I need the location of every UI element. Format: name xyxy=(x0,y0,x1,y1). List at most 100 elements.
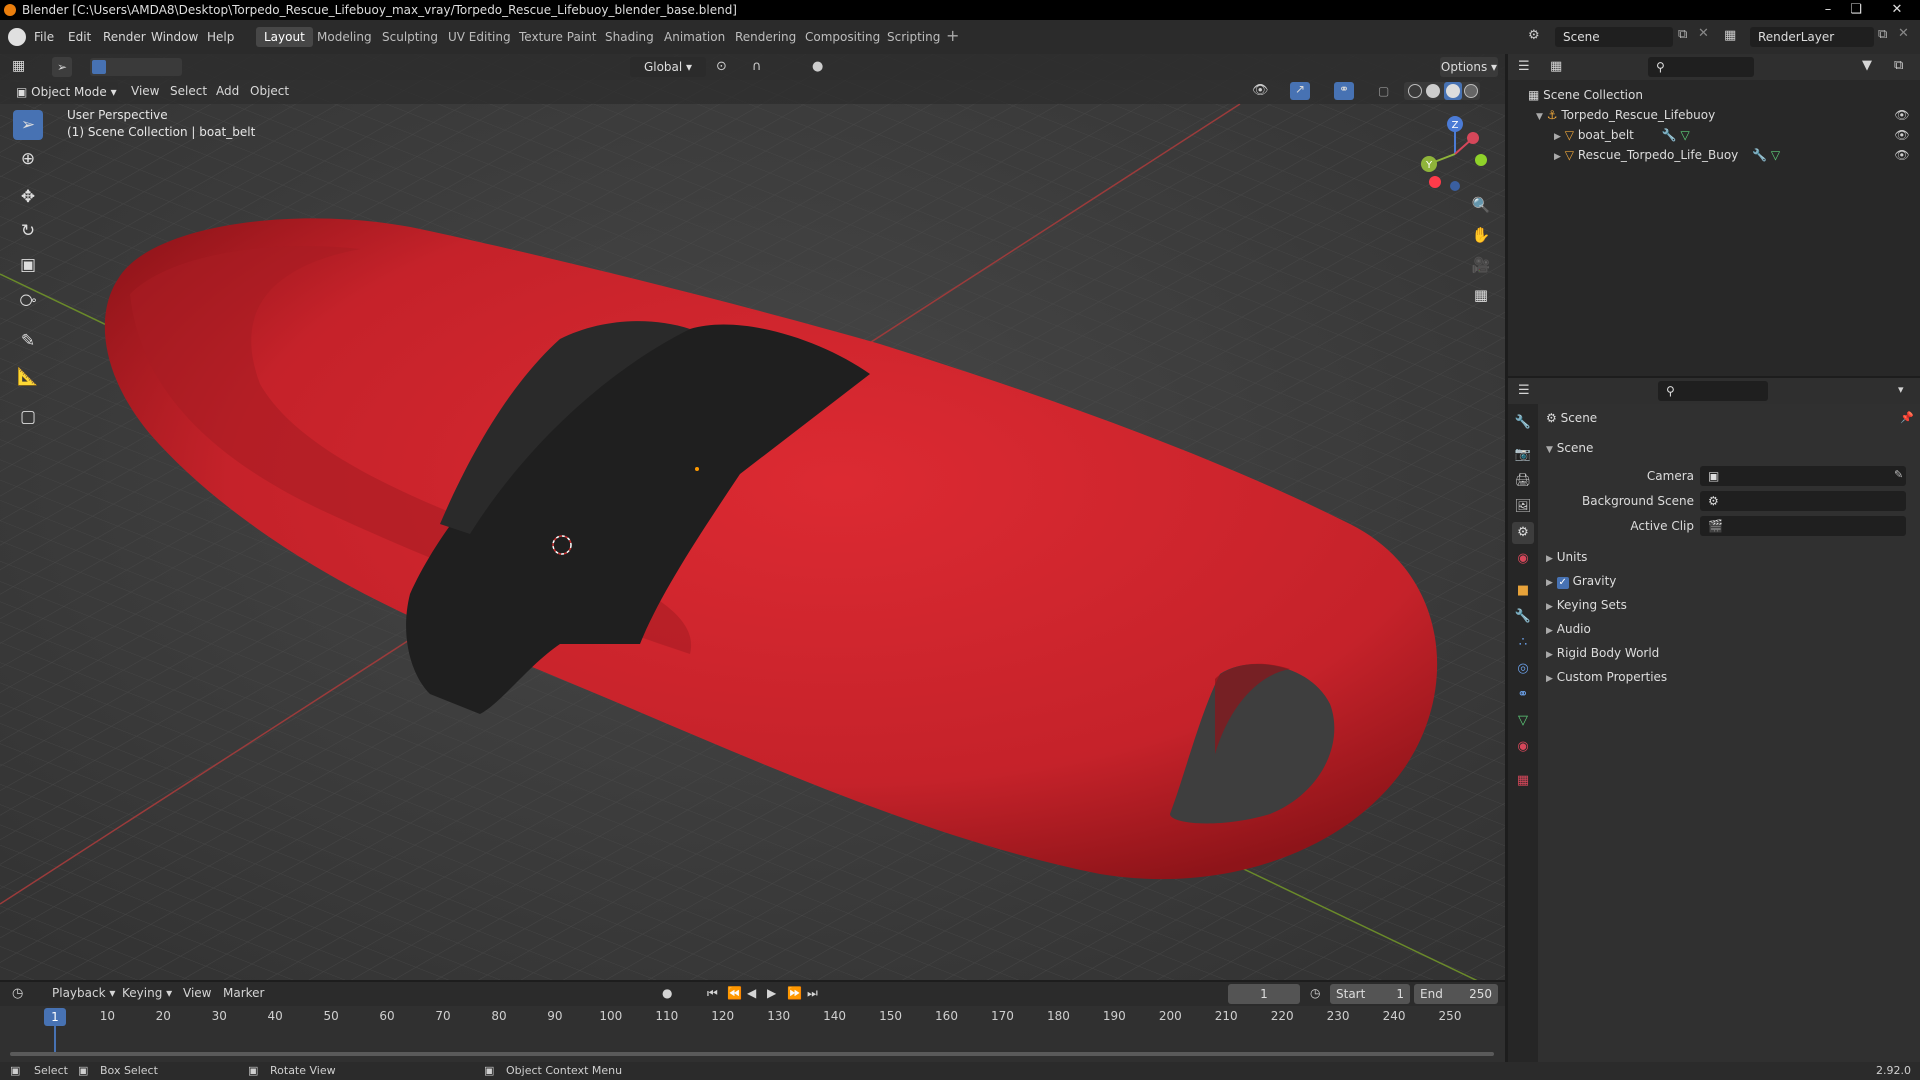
blender-menu-icon[interactable] xyxy=(8,28,26,46)
add-workspace-icon[interactable]: + xyxy=(946,26,959,45)
overlay-toggle-icon[interactable]: ⚭ xyxy=(1334,82,1354,100)
pivot-icon[interactable]: ⊙ xyxy=(716,59,727,74)
solid-shading-icon[interactable] xyxy=(1426,84,1440,98)
menu-file[interactable]: File xyxy=(34,28,54,46)
playback-menu[interactable]: Playback ▾ xyxy=(52,986,115,1000)
audio-panel[interactable]: ▶ Audio xyxy=(1546,618,1912,640)
gizmo-neg-x-icon[interactable] xyxy=(1429,176,1441,188)
tab-layout[interactable]: Layout xyxy=(256,27,313,47)
expand-down-icon[interactable]: ▼ xyxy=(1536,112,1543,122)
select-menu[interactable]: Select xyxy=(170,84,207,98)
add-cube-tool[interactable]: ▢ xyxy=(13,402,43,432)
tab-modeling[interactable]: Modeling xyxy=(309,27,380,47)
modifier-icon[interactable]: 🔧 xyxy=(1752,148,1767,162)
eyedropper-icon[interactable]: ✎ xyxy=(1894,468,1903,481)
maximize-icon[interactable]: ❏ xyxy=(1844,0,1868,20)
object-menu[interactable]: Object xyxy=(250,84,289,98)
pin-icon[interactable]: 📌 xyxy=(1900,411,1914,424)
menu-help[interactable]: Help xyxy=(207,28,234,46)
rotate-tool[interactable]: ↻ xyxy=(13,216,43,246)
record-icon[interactable]: ● xyxy=(662,986,672,1000)
tool-tab-icon[interactable]: 🔧 xyxy=(1512,412,1534,434)
start-frame-field[interactable]: Start 1 xyxy=(1330,984,1410,1004)
expand-right-icon[interactable]: ▶ xyxy=(1554,132,1561,142)
expand-right-icon[interactable]: ▶ xyxy=(1554,152,1561,162)
constraints-tab-icon[interactable]: ⚭ xyxy=(1512,684,1534,706)
cursor-tool[interactable]: ⊕ xyxy=(13,144,43,174)
proportional-editing-icon[interactable]: ● xyxy=(812,59,823,74)
gizmo-neg-z-icon[interactable] xyxy=(1450,181,1460,191)
tab-sculpting[interactable]: Sculpting xyxy=(374,27,446,47)
keying-menu[interactable]: Keying ▾ xyxy=(122,986,172,1000)
options-button[interactable]: Options ▾ xyxy=(1440,57,1498,77)
render-layer-selector[interactable]: RenderLayer xyxy=(1750,27,1874,47)
3d-viewport[interactable]: ▦ ➢ Global ▾ ⊙ ∩ ● Options ▾ ▣ Object Mo… xyxy=(0,54,1505,980)
eye-icon[interactable]: 👁 xyxy=(1894,107,1910,123)
zoom-icon[interactable]: 🔍 xyxy=(1468,192,1494,218)
jump-end-icon[interactable]: ⏭ xyxy=(807,986,818,1001)
scene-panel-header[interactable]: ▼ Scene xyxy=(1546,437,1912,459)
play-reverse-icon[interactable]: ◀ xyxy=(747,986,756,1000)
gravity-panel[interactable]: ▶ ✓ Gravity xyxy=(1546,570,1912,592)
end-frame-field[interactable]: End 250 xyxy=(1414,984,1498,1004)
tab-rendering[interactable]: Rendering xyxy=(727,27,804,47)
object-tab-icon[interactable]: ■ xyxy=(1512,580,1534,602)
view-layer-tab-icon[interactable]: 🖼 xyxy=(1512,496,1534,518)
properties-search-input[interactable]: ⚲ xyxy=(1658,381,1768,401)
navigation-gizmo[interactable]: Z Y xyxy=(1415,114,1495,194)
mesh-data-icon[interactable]: ▽ xyxy=(1680,128,1689,142)
current-frame-field[interactable]: 1 xyxy=(1228,984,1300,1004)
new-render-layer-icon[interactable]: ⧉ xyxy=(1878,27,1887,42)
scale-tool[interactable]: ▣ xyxy=(13,250,43,280)
wireframe-shading-icon[interactable] xyxy=(1408,84,1422,98)
scene-selector[interactable]: Scene xyxy=(1555,27,1673,47)
properties-options-icon[interactable]: ▾ xyxy=(1898,383,1904,396)
measure-tool[interactable]: 📐 xyxy=(13,362,43,392)
play-icon[interactable]: ▶ xyxy=(767,986,776,1000)
clock-icon[interactable]: ◷ xyxy=(1310,986,1320,1000)
snap-icon[interactable]: ∩ xyxy=(752,59,762,74)
rigid-body-world-panel[interactable]: ▶ Rigid Body World xyxy=(1546,642,1912,664)
units-panel[interactable]: ▶ Units xyxy=(1546,546,1912,568)
physics-tab-icon[interactable]: ◎ xyxy=(1512,658,1534,680)
keying-sets-panel[interactable]: ▶ Keying Sets xyxy=(1546,594,1912,616)
eye-icon[interactable]: 👁 xyxy=(1894,147,1910,163)
render-tab-icon[interactable]: 📷 xyxy=(1512,444,1534,466)
next-keyframe-icon[interactable]: ⏩ xyxy=(787,986,802,1000)
add-menu[interactable]: Add xyxy=(216,84,239,98)
tab-scripting[interactable]: Scripting xyxy=(879,27,948,47)
display-mode-icon[interactable]: ▦ xyxy=(1550,59,1562,74)
editor-type-icon[interactable]: ▦ xyxy=(12,58,25,74)
timeline-editor-icon[interactable]: ◷ xyxy=(12,986,23,1001)
outliner-object-row[interactable]: ▶ ▽ boat_belt 🔧 ▽ xyxy=(1554,125,1690,145)
move-tool[interactable]: ✥ xyxy=(13,182,43,212)
menu-edit[interactable]: Edit xyxy=(68,28,91,46)
close-icon[interactable]: ✕ xyxy=(1880,0,1914,20)
tab-uv-editing[interactable]: UV Editing xyxy=(440,27,519,47)
properties-editor-icon[interactable]: ☰ xyxy=(1518,383,1530,398)
scene-icon[interactable]: ⚙ xyxy=(1528,28,1540,43)
scene-tab-icon[interactable]: ⚙ xyxy=(1512,522,1534,544)
ortho-grid-icon[interactable]: ▦ xyxy=(1468,282,1494,308)
timeline-ruler[interactable]: 1 10 20 30 40 50 60 70 80 90 100 110 120 130 140 150 16… xyxy=(0,1006,1505,1062)
select-box-tool[interactable]: ➢ xyxy=(13,110,43,140)
custom-properties-panel[interactable]: ▶ Custom Properties xyxy=(1546,666,1912,688)
camera-view-icon[interactable]: 🎥 xyxy=(1468,252,1494,278)
tab-animation[interactable]: Animation xyxy=(656,27,733,47)
world-tab-icon[interactable]: ◉ xyxy=(1512,548,1534,570)
transform-orientation[interactable]: Global ▾ xyxy=(630,57,706,77)
outliner-scene-collection[interactable]: ▦ Scene Collection xyxy=(1528,85,1643,105)
particles-tab-icon[interactable]: ∴ xyxy=(1512,632,1534,654)
viewport-scene[interactable] xyxy=(0,54,1505,980)
delete-render-layer-icon[interactable]: ✕ xyxy=(1898,26,1909,41)
jump-start-icon[interactable]: ⏮ xyxy=(707,986,718,1001)
tab-compositing[interactable]: Compositing xyxy=(797,27,888,47)
select-mode-icon[interactable]: ➢ xyxy=(52,57,72,77)
render-layer-icon[interactable]: ▦ xyxy=(1724,28,1736,43)
timeline-scrollbar[interactable] xyxy=(10,1052,1494,1056)
modifier-icon[interactable]: 🔧 xyxy=(1662,128,1677,142)
menu-render[interactable]: Render xyxy=(103,28,146,46)
gravity-checkbox[interactable]: ✓ xyxy=(1556,577,1569,589)
outliner-collection-row[interactable]: ▼ ⚓ Torpedo_Rescue_Lifebuoy xyxy=(1536,105,1715,125)
rendered-shading-icon[interactable] xyxy=(1464,84,1478,98)
